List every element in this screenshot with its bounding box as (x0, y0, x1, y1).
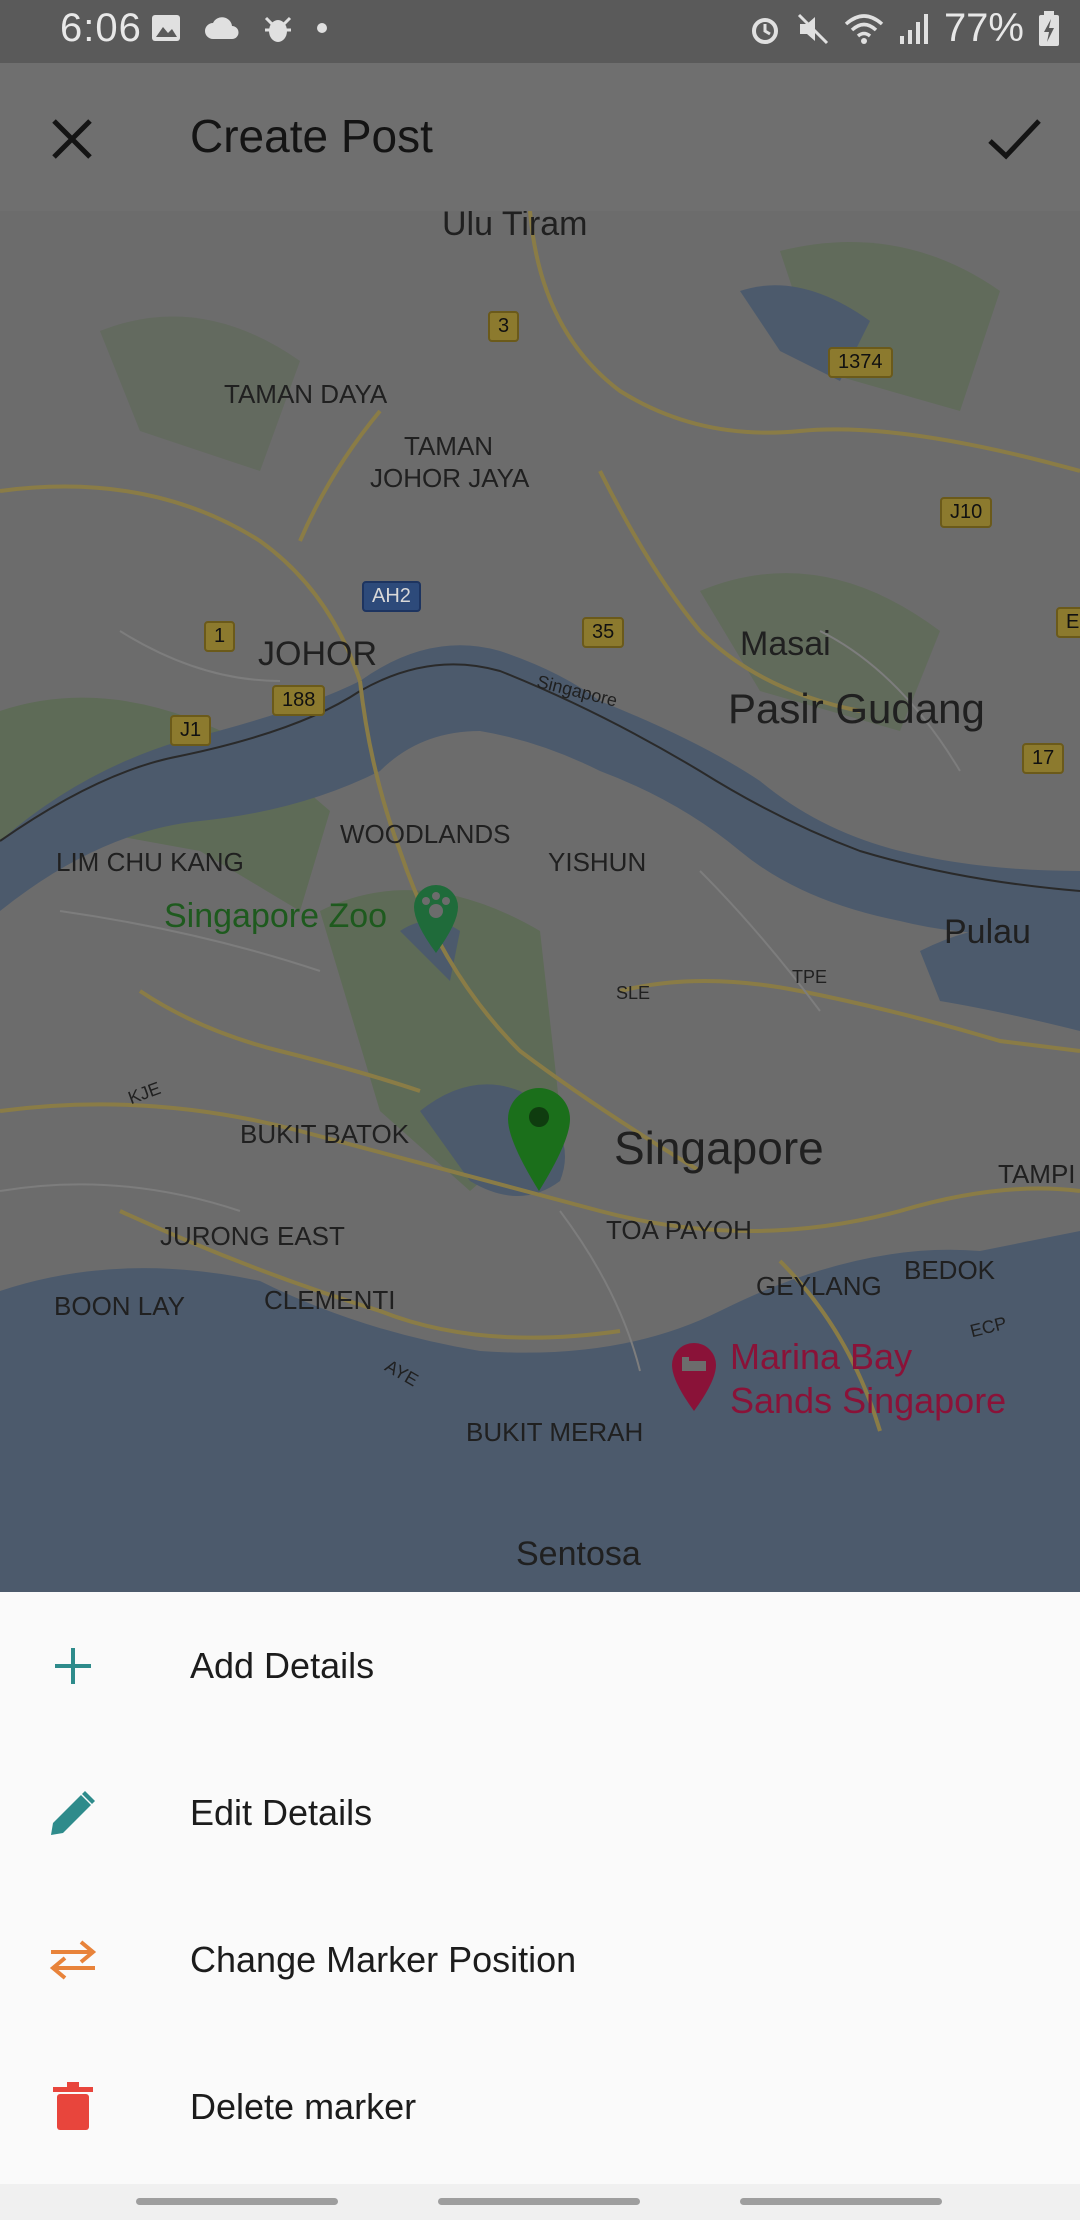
pencil-icon (46, 1786, 100, 1840)
nav-pill-center[interactable] (438, 2198, 640, 2205)
add-details-item[interactable]: Add Details (0, 1592, 1080, 1739)
alarm-icon (751, 17, 778, 44)
road-shield-3: 3 (488, 311, 520, 342)
map-label-singapore-zoo: Singapore Zoo (164, 897, 388, 935)
road-shield-j1: J1 (170, 715, 212, 746)
map-label-geylang: GEYLANG (756, 1271, 882, 1301)
map-pin-icon[interactable] (504, 1083, 574, 1193)
close-button[interactable] (44, 111, 100, 167)
status-bar: 6:06 77% (0, 0, 1080, 63)
map-label-pulau: Pulau (944, 913, 1031, 951)
map-label-marina-bay: Marina Bay Sands Singapore (730, 1335, 1006, 1423)
check-icon (988, 119, 1041, 160)
road-shield-188: 188 (272, 685, 326, 716)
map-label-bukit-merah: BUKIT MERAH (466, 1417, 644, 1447)
add-details-label: Add Details (190, 1644, 375, 1686)
status-left-icons (150, 12, 328, 44)
map-label-toa-payoh: TOA PAYOH (606, 1215, 752, 1245)
map-label-lim-chu-kang: LIM CHU KANG (56, 847, 244, 877)
swap-icon (46, 1933, 100, 1987)
edit-details-label: Edit Details (190, 1791, 373, 1833)
cloud-icon (205, 17, 239, 39)
map-label-johor: JOHOR (258, 635, 377, 673)
map-label-pasir-gudang: Pasir Gudang (728, 685, 985, 732)
change-marker-position-label: Change Marker Position (190, 1938, 577, 1980)
battery-icon (1039, 10, 1059, 46)
road-shield-ah2: AH2 (362, 581, 421, 612)
nav-pill-left[interactable] (136, 2198, 338, 2205)
status-right: 77% (748, 6, 1060, 51)
bug-icon (264, 16, 292, 42)
expressway-sle: SLE (616, 983, 651, 1003)
edit-details-item[interactable]: Edit Details (0, 1739, 1080, 1886)
hotel-icon[interactable] (666, 1337, 722, 1413)
map-label-sentosa: Sentosa (516, 1535, 641, 1573)
mute-icon (797, 13, 828, 44)
road-shield-e2: E2 (1056, 607, 1080, 638)
signal-icon (899, 13, 928, 44)
plus-icon (46, 1639, 100, 1693)
battery-percent: 77% (943, 6, 1024, 50)
map-label-taman-daya: TAMAN DAYA (224, 379, 388, 409)
paw-icon[interactable] (408, 879, 464, 955)
dot-icon (317, 23, 327, 33)
road-shield-j10: J10 (940, 497, 993, 528)
trash-icon (46, 2080, 100, 2134)
map-label-masai: Masai (740, 625, 831, 663)
map-label-boon-lay: BOON LAY (54, 1291, 186, 1321)
confirm-button[interactable] (984, 111, 1044, 167)
close-icon (52, 119, 92, 159)
change-marker-position-item[interactable]: Change Marker Position (0, 1886, 1080, 2033)
road-shield-17: 17 (1022, 743, 1065, 774)
map-label-ulu-tiram: Ulu Tiram (442, 211, 588, 243)
road-shield-35: 35 (582, 617, 625, 648)
map-label-singapore: Singapore (614, 1122, 824, 1174)
image-icon (152, 15, 180, 41)
road-shield-1: 1 (204, 621, 236, 652)
status-time: 6:06 (60, 6, 142, 50)
map-label-jurong-east: JURONG EAST (160, 1221, 345, 1251)
map-label-marina-bay-line1: Marina Bay (730, 1336, 913, 1377)
action-sheet: Add Details Edit Details Change Marker P… (0, 1592, 1080, 2184)
map-label-marina-bay-line2: Sands Singapore (730, 1380, 1007, 1421)
gesture-nav-bar (0, 2184, 1080, 2220)
map-label-yishun: YISHUN (548, 847, 647, 877)
map-label-bukit-batok: BUKIT BATOK (240, 1119, 410, 1149)
delete-marker-item[interactable]: Delete marker (0, 2033, 1080, 2180)
page-title: Create Post (190, 110, 433, 162)
wifi-icon (844, 13, 884, 44)
map-label-taman-johor-jaya-2: JOHOR JAYA (370, 463, 530, 493)
map-label-clementi: CLEMENTI (264, 1285, 396, 1315)
map-label-woodlands: WOODLANDS (340, 819, 511, 849)
expressway-tpe: TPE (792, 967, 828, 987)
map-label-taman-johor-jaya-1: TAMAN (404, 431, 494, 461)
delete-marker-label: Delete marker (190, 2085, 417, 2127)
map-label-tampi: TAMPI (998, 1159, 1076, 1189)
map-view[interactable]: Ulu Tiram TAMAN DAYA TAMAN JOHOR JAYA JO… (0, 211, 1080, 1592)
map-label-bedok: BEDOK (904, 1255, 996, 1285)
road-shield-1374: 1374 (828, 347, 893, 378)
app-bar: Create Post (0, 63, 1080, 211)
nav-pill-right[interactable] (740, 2198, 942, 2205)
